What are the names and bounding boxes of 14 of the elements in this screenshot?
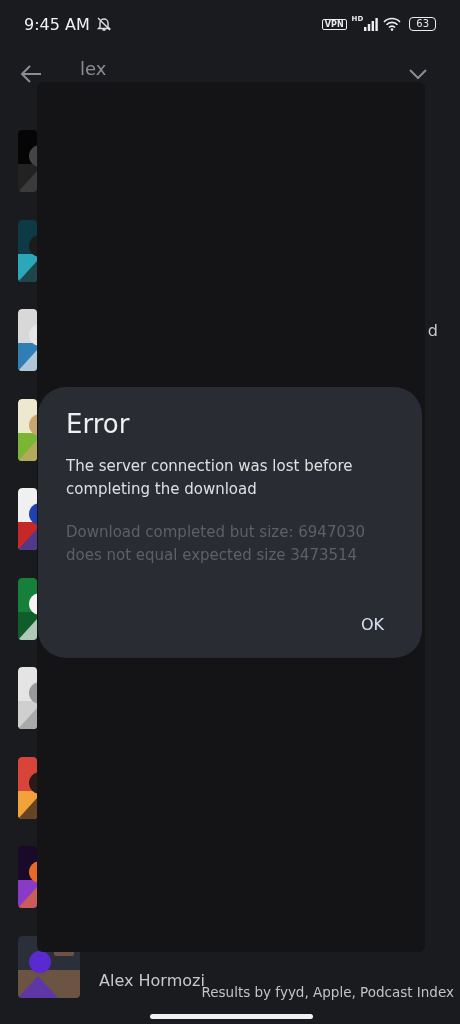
results-credit: Results by fyyd, Apple, Podcast Index bbox=[201, 984, 454, 1000]
battery-indicator: 63 bbox=[409, 17, 436, 31]
signal-icon bbox=[364, 17, 379, 31]
back-arrow-icon[interactable] bbox=[20, 64, 42, 84]
muted-bell-icon bbox=[94, 15, 113, 33]
dialog-title: Error bbox=[66, 409, 131, 439]
dialog-message: The server connection was lost before completing the download bbox=[66, 456, 354, 500]
search-field[interactable]: lex bbox=[80, 57, 370, 79]
result-title: d bbox=[427, 320, 438, 340]
status-time: 9:45 AM bbox=[24, 14, 90, 34]
chevron-down-icon[interactable] bbox=[408, 68, 428, 80]
vpn-indicator: VPN bbox=[321, 18, 347, 30]
ok-button[interactable]: OK bbox=[346, 609, 398, 640]
wifi-icon bbox=[383, 17, 402, 31]
